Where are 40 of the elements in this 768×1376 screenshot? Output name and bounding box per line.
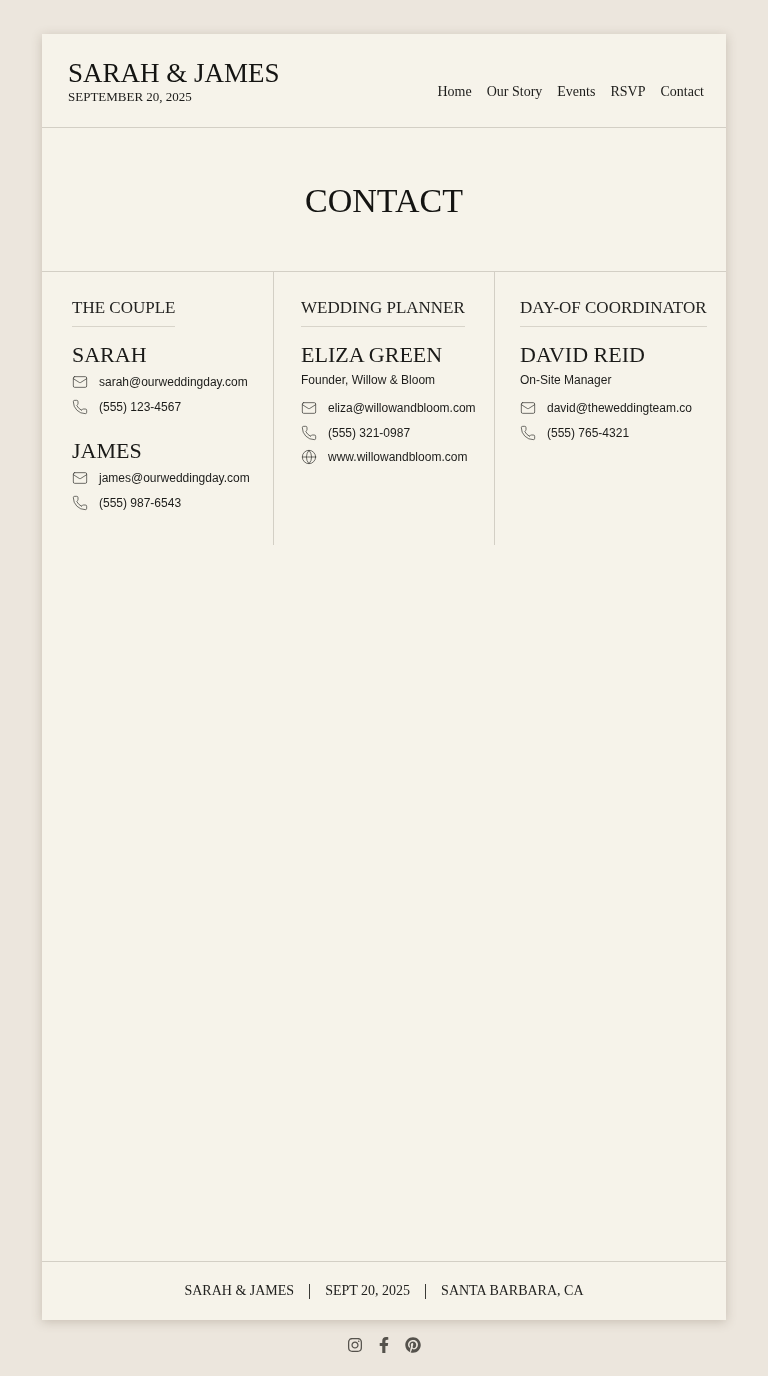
person-role: On-Site Manager	[520, 372, 613, 388]
phone-number: (555) 123-4567	[99, 398, 182, 415]
pinterest-icon[interactable]	[405, 1337, 421, 1353]
nav-link[interactable]: Home	[437, 82, 472, 101]
footer-text: SARAH & JAMES	[184, 1282, 295, 1300]
footer-text: SEPT 20, 2025	[325, 1282, 411, 1300]
nav-link[interactable]: RSVP	[610, 82, 646, 101]
phone-number: (555) 321-0987	[328, 424, 411, 441]
phone-number: (555) 765-4321	[547, 424, 630, 441]
person-name: DAVID REID	[520, 342, 646, 368]
phone-icon	[520, 424, 536, 441]
site-title: SARAH & JAMES	[68, 58, 280, 88]
envelope-icon	[72, 470, 88, 487]
phone-icon	[72, 494, 88, 511]
instagram-icon[interactable]	[347, 1337, 363, 1353]
nav-link[interactable]: Our Story	[486, 82, 543, 101]
website-address: www.willowandbloom.com	[328, 449, 468, 466]
footer-text: SANTA BARBARA, CA	[441, 1282, 584, 1300]
phone-number: (555) 987-6543	[99, 494, 182, 511]
section-heading: WEDDING PLANNER	[301, 297, 465, 327]
nav-link[interactable]: Events	[557, 82, 596, 101]
envelope-icon	[520, 400, 536, 417]
email-address: eliza@willowandbloom.com	[328, 400, 476, 417]
email-address: david@theweddingteam.co	[547, 400, 692, 417]
email-address: james@ourweddingday.com	[99, 470, 250, 487]
person-name: ELIZA GREEN	[301, 342, 444, 368]
envelope-icon	[72, 374, 88, 391]
nav-link[interactable]: Contact	[660, 82, 704, 101]
person-role: Founder, Willow & Bloom	[301, 372, 437, 388]
envelope-icon	[301, 400, 317, 417]
person-name: SARAH	[72, 342, 148, 368]
globe-icon	[301, 449, 317, 466]
person-name: JAMES	[72, 438, 143, 464]
email-address: sarah@ourweddingday.com	[99, 374, 248, 391]
section-heading: THE COUPLE	[72, 297, 176, 327]
wedding-date: SEPTEMBER 20, 2025	[68, 89, 193, 105]
section-heading: DAY-OF COORDINATOR	[520, 297, 707, 327]
page-title: CONTACT	[305, 180, 463, 221]
phone-icon	[301, 424, 317, 441]
phone-icon	[72, 398, 88, 415]
